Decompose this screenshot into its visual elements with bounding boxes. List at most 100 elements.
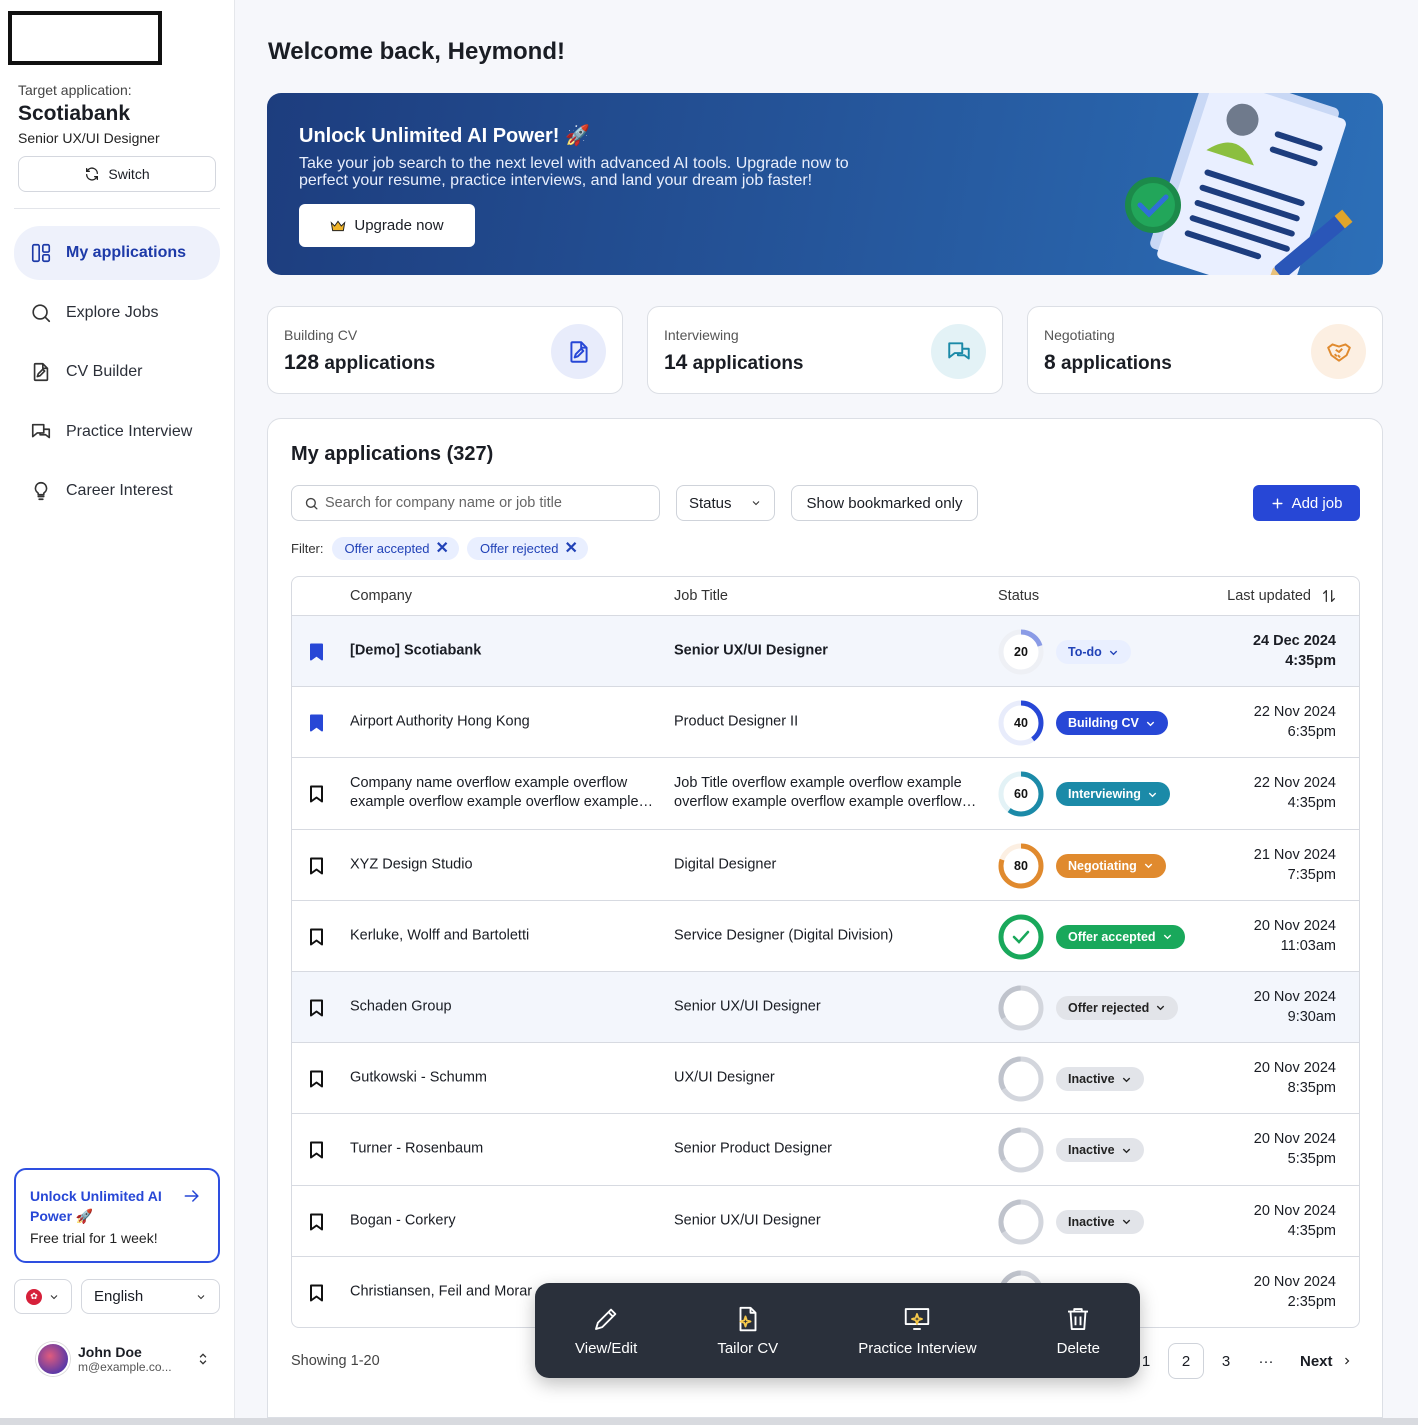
filter-chip[interactable]: Offer rejected ✕: [466, 537, 588, 560]
bookmark-icon[interactable]: [309, 928, 324, 946]
table-row[interactable]: [Demo] Scotiabank Senior UX/UI Designer 20…: [292, 616, 1359, 688]
date: 20 Nov 2024: [1253, 1060, 1336, 1077]
page-ellipsis[interactable]: ···: [1248, 1343, 1284, 1379]
nav-label: Practice Interview: [66, 422, 193, 440]
company-cell: Company name overflow example overflow e…: [350, 775, 639, 811]
bookmark-icon[interactable]: [309, 999, 324, 1017]
status-pill[interactable]: Inactive: [1056, 1138, 1144, 1163]
progress-value: 20: [1014, 645, 1028, 659]
table-row[interactable]: Bogan - Corkery Senior UX/UI Designer Inac…: [292, 1186, 1359, 1257]
table-row[interactable]: XYZ Design Studio Digital Designer 80 Negot…: [292, 830, 1359, 901]
search-input[interactable]: [325, 495, 645, 511]
applications-table: Company Job Title Status Last updated [D…: [291, 576, 1360, 1328]
logo[interactable]: [8, 11, 162, 65]
status-label: Offer accepted: [1068, 929, 1156, 944]
nav-item-cv-builder[interactable]: CV Builder: [14, 345, 220, 399]
status-pill[interactable]: Building CV: [1056, 711, 1168, 736]
practice-interview-action[interactable]: Practice Interview: [858, 1304, 977, 1357]
status-label: To-do: [1068, 645, 1102, 659]
nav-item-explore-jobs[interactable]: Explore Jobs: [14, 286, 220, 340]
unlock-ai-promo-card[interactable]: Unlock Unlimited AI Power 🚀 Free trial f…: [14, 1168, 220, 1263]
upgrade-now-button[interactable]: Upgrade now: [299, 204, 475, 247]
table-row[interactable]: Turner - Rosenbaum Senior Product Designe…: [292, 1114, 1359, 1186]
status-pill[interactable]: Interviewing: [1056, 782, 1170, 807]
status-pill[interactable]: To-do: [1056, 640, 1131, 664]
upgrade-now-label: Upgrade now: [354, 217, 444, 234]
close-icon[interactable]: ✕: [436, 540, 449, 556]
time: 9:30am: [1287, 1009, 1336, 1026]
table-body: [Demo] Scotiabank Senior UX/UI Designer 20…: [292, 616, 1359, 1327]
table-row[interactable]: Airport Authority Hong Kong Product Desig…: [292, 687, 1359, 759]
stat-card-building-cv[interactable]: Building CV 128 applications: [267, 306, 623, 394]
bookmark-filled-icon[interactable]: [309, 643, 324, 661]
table-header: Company Job Title Status Last updated: [292, 577, 1359, 616]
chevron-down-icon: [1163, 934, 1171, 940]
bookmark-icon[interactable]: [309, 785, 324, 803]
next-page-button[interactable]: Next: [1288, 1343, 1365, 1379]
delete-action[interactable]: Delete: [1057, 1304, 1100, 1357]
bookmark-icon[interactable]: [309, 1213, 324, 1231]
date: 20 Nov 2024: [1253, 1131, 1336, 1148]
status-pill[interactable]: Negotiating: [1056, 853, 1166, 878]
chevron-down-icon: [1122, 1077, 1130, 1082]
stat-card-interviewing[interactable]: Interviewing 14 applications: [647, 306, 1003, 394]
status-pill[interactable]: Inactive: [1056, 1209, 1144, 1234]
add-job-button[interactable]: Add job: [1253, 485, 1360, 521]
chevron-down-icon: [1122, 1148, 1130, 1154]
language-select[interactable]: English: [81, 1279, 220, 1314]
company-cell: Airport Authority Hong Kong: [350, 713, 530, 730]
column-status: Status: [998, 588, 1040, 604]
document-edit-icon: [33, 362, 49, 382]
language-value: English: [94, 1288, 144, 1305]
refresh-icon: [86, 167, 99, 181]
bookmark-icon[interactable]: [309, 1284, 324, 1302]
sort-icon[interactable]: [1321, 588, 1337, 604]
page-2[interactable]: 2: [1168, 1343, 1204, 1379]
status-pill[interactable]: Offer rejected: [1056, 995, 1179, 1020]
region-select[interactable]: ✿: [14, 1279, 72, 1314]
close-icon[interactable]: ✕: [564, 540, 577, 556]
switch-button[interactable]: Switch: [18, 156, 216, 192]
bookmark-icon[interactable]: [309, 1070, 324, 1088]
chevron-down-icon: [1144, 863, 1152, 869]
handshake-icon: [1326, 342, 1351, 362]
nav-item-career-interest[interactable]: Career Interest: [14, 464, 220, 518]
applications-panel: My applications (327) Status Show bookma…: [267, 418, 1383, 1418]
job-title-cell: Senior UX/UI Designer: [674, 998, 821, 1015]
last-updated-cell: 20 Nov 2024 2:35pm: [1254, 1272, 1336, 1312]
target-company: Scotiabank: [18, 102, 131, 125]
job-title-cell: Digital Designer: [674, 856, 777, 873]
nav-item-my-applications[interactable]: My applications: [14, 226, 220, 280]
stat-card-negotiating[interactable]: Negotiating 8 applications: [1027, 306, 1383, 394]
show-bookmarked-button[interactable]: Show bookmarked only: [791, 485, 978, 521]
user-menu[interactable]: John Doe m@example.co...: [36, 1340, 216, 1378]
job-title-cell: Service Designer (Digital Division): [674, 927, 894, 944]
status-pill[interactable]: Inactive: [1056, 1067, 1144, 1092]
last-updated-cell: 21 Nov 2024 7:35pm: [1254, 845, 1336, 885]
date: 20 Nov 2024: [1253, 989, 1336, 1006]
filter-chip[interactable]: Offer accepted ✕: [331, 537, 459, 560]
table-row[interactable]: Gutkowski - Schumm UX/UI Designer Inactive…: [292, 1043, 1359, 1115]
user-name: John Doe: [78, 1344, 142, 1360]
last-updated-cell: 20 Nov 2024 11:03am: [1254, 916, 1336, 956]
status-dropdown[interactable]: Status: [676, 485, 775, 521]
last-updated-cell: 20 Nov 2024 9:30am: [1254, 987, 1336, 1027]
column-company: Company: [350, 588, 413, 604]
bookmark-filled-icon[interactable]: [309, 714, 324, 732]
date: 22 Nov 2024: [1253, 704, 1336, 721]
status-pill[interactable]: Offer accepted: [1056, 924, 1185, 949]
chevron-down-icon: [1148, 792, 1157, 798]
page-3[interactable]: 3: [1208, 1343, 1244, 1379]
view-edit-action[interactable]: View/Edit: [575, 1304, 637, 1357]
applications-title: My applications (327): [291, 443, 494, 465]
bookmark-icon[interactable]: [309, 857, 324, 875]
table-row[interactable]: Company name overflow example overflow e…: [292, 758, 1359, 830]
bookmark-icon[interactable]: [309, 1141, 324, 1159]
banner-title: Unlock Unlimited AI Power! 🚀: [299, 125, 590, 147]
tailor-cv-action[interactable]: Tailor CV: [717, 1304, 778, 1357]
nav-item-practice-interview[interactable]: Practice Interview: [14, 405, 220, 459]
sparkle-presentation-icon: [905, 1308, 930, 1330]
column-last-updated[interactable]: Last updated: [1227, 588, 1311, 604]
table-row[interactable]: Schaden Group Senior UX/UI Designer Offer …: [292, 971, 1359, 1044]
table-row[interactable]: Kerluke, Wolff and Bartoletti Service Des…: [292, 901, 1359, 972]
